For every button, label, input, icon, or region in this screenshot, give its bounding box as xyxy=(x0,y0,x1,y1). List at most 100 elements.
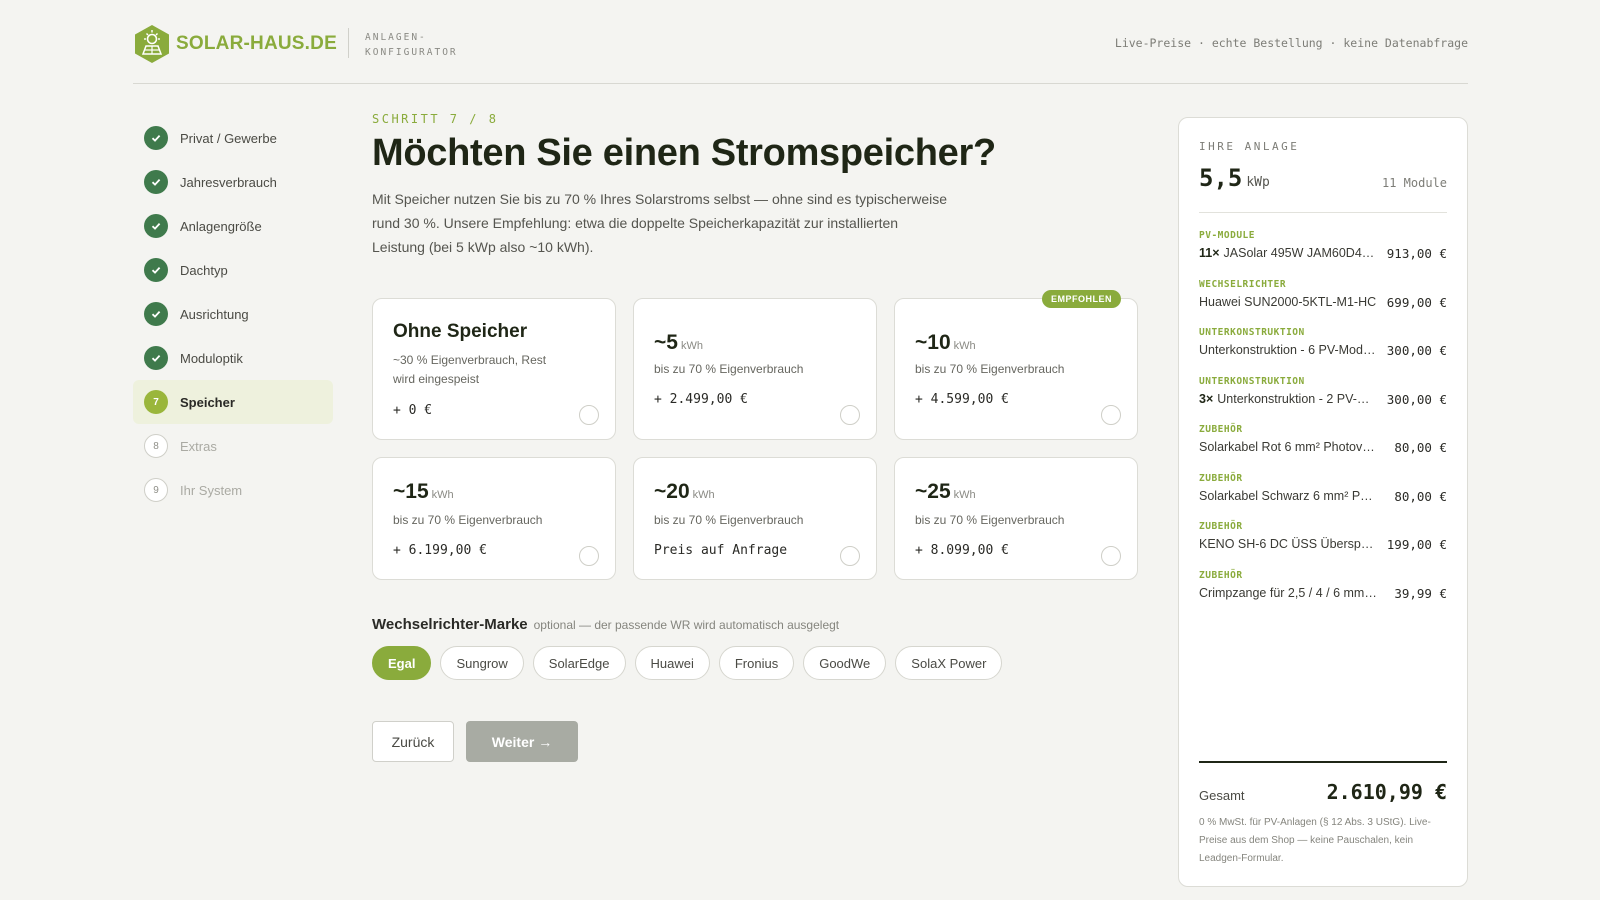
option-unit: kWh xyxy=(431,489,454,501)
step-label: Ihr System xyxy=(180,482,243,498)
summary-item: PV-MODULE 11×JASolar 495W JAM60D42 LB Gl… xyxy=(1199,230,1447,279)
check-icon xyxy=(144,170,168,194)
option-desc: bis zu 70 % Eigenverbrauch xyxy=(654,362,804,376)
total-label: Gesamt xyxy=(1199,788,1245,803)
total-price: 2.610,99 € xyxy=(1326,780,1447,804)
option-size-value: ~20 xyxy=(654,480,690,503)
step-label: Moduloptik xyxy=(180,350,243,366)
summary-item: ZUBEHÖR Crimpzange für 2,5 / 4 / 6 mm² M… xyxy=(1199,570,1447,619)
summary-kwp-value: 5,5 xyxy=(1199,164,1243,192)
summary-kwp-unit: kWp xyxy=(1246,175,1270,190)
option-radio[interactable] xyxy=(579,405,599,425)
option-radio[interactable] xyxy=(1101,405,1121,425)
recommended-badge: EMPFOHLEN xyxy=(1041,290,1121,308)
item-name: Huawei SUN2000-5KTL-M1-HC xyxy=(1199,295,1377,310)
brand-chip-sungrow[interactable]: Sungrow xyxy=(440,646,524,680)
option-card-15kwh[interactable]: ~15 kWh bis zu 70 % Eigenverbrauch + 6.19… xyxy=(372,457,616,580)
step-sidebar: Privat / Gewerbe Jahresverbrauch Anlagen… xyxy=(133,116,333,512)
item-category: ZUBEHÖR xyxy=(1199,569,1243,581)
item-name-text: Crimpzange für 2,5 / 4 / 6 mm² MC4 xyxy=(1199,585,1377,600)
option-size-value: ~25 xyxy=(915,480,951,503)
item-name: Unterkonstruktion - 6 PV-Module xyxy=(1199,343,1377,358)
step-item-9[interactable]: 9 Ihr System xyxy=(133,468,333,512)
summary-item: UNTERKONSTRUKTION Unterkonstruktion - 6 … xyxy=(1199,327,1447,376)
step-item-3[interactable]: Anlagengröße xyxy=(133,204,333,248)
option-price: + 4.599,00 € xyxy=(915,392,1009,407)
summary-item-list: PV-MODULE 11×JASolar 495W JAM60D42 LB Gl… xyxy=(1199,230,1447,618)
item-price: 80,00 € xyxy=(1394,488,1447,504)
check-icon xyxy=(144,126,168,150)
option-desc: bis zu 70 % Eigenverbrauch xyxy=(393,513,543,527)
option-size: ~20 kWh xyxy=(654,480,715,504)
option-size: ~10 kWh xyxy=(915,331,976,355)
option-card-10kwh[interactable]: EMPFOHLEN ~10 kWh bis zu 70 % Eigenverbra… xyxy=(894,290,1138,440)
option-card-none[interactable]: Ohne Speicher ~30 % Eigenverbrauch, Rest… xyxy=(372,298,616,440)
item-category: UNTERKONSTRUKTION xyxy=(1199,375,1305,387)
option-radio[interactable] xyxy=(840,546,860,566)
option-size-value: ~15 xyxy=(393,480,429,503)
summary-module-count: 11 Module xyxy=(1381,176,1447,190)
option-size: ~15 kWh xyxy=(393,480,454,504)
option-desc: bis zu 70 % Eigenverbrauch xyxy=(654,513,804,527)
item-name-text: Solarkabel Schwarz 6 mm² Photovoltaik xyxy=(1199,488,1377,503)
total-divider xyxy=(1199,761,1447,763)
step-item-8[interactable]: 8 Extras xyxy=(133,424,333,468)
item-category: ZUBEHÖR xyxy=(1199,424,1243,435)
system-summary-panel: IHRE ANLAGE 5,5 kWp 11 Module PV-MODULE 1… xyxy=(1178,117,1468,887)
brand-chip-solax[interactable]: SolaX Power xyxy=(895,646,1003,680)
option-card-5kwh[interactable]: ~5 kWh bis zu 70 % Eigenverbrauch + 2.499… xyxy=(633,298,877,440)
summary-divider xyxy=(1199,212,1447,213)
step-item-1[interactable]: Privat / Gewerbe xyxy=(133,116,333,160)
header-tagline: Live-Preise · echte Bestellung · keine D… xyxy=(1114,36,1468,50)
inverter-title: Wechselrichter-Marke xyxy=(372,616,528,633)
inverter-subtitle: optional — der passende WR wird automati… xyxy=(533,618,840,632)
brand-chip-goodwe[interactable]: GoodWe xyxy=(803,646,887,680)
brand-chip-solaredge[interactable]: SolarEdge xyxy=(532,646,626,680)
option-radio[interactable] xyxy=(579,546,599,566)
step-item-6[interactable]: Moduloptik xyxy=(133,336,333,380)
summary-kwp: 5,5 kWp xyxy=(1199,164,1270,192)
item-category: UNTERKONSTRUKTION xyxy=(1199,327,1305,338)
item-price: 199,00 € xyxy=(1386,537,1447,552)
option-radio[interactable] xyxy=(1101,546,1121,566)
summary-item: WECHSELRICHTER Huawei SUN2000-5KTL-M1-HC… xyxy=(1199,279,1447,328)
option-price: Preis auf Anfrage xyxy=(654,543,788,558)
item-category: PV-MODULE xyxy=(1199,230,1255,241)
intro-text: Mit Speicher nutzen Sie bis zu 70 % Ihre… xyxy=(372,191,948,255)
logo-subtitle: ANLAGEN- KONFIGURATOR xyxy=(365,30,458,60)
back-button[interactable]: Zurück xyxy=(372,721,454,762)
option-desc: ~30 % Eigenverbrauch, Rest wird eingespe… xyxy=(393,353,547,386)
page-title: Möchten Sie einen Stromspeicher? xyxy=(372,132,996,174)
option-radio[interactable] xyxy=(840,405,860,425)
brand-chip-huawei[interactable]: Huawei xyxy=(634,646,710,680)
item-price: 913,00 € xyxy=(1386,246,1447,261)
brand-chip-egal[interactable]: Egal xyxy=(372,646,432,680)
step-label: Anlagengröße xyxy=(180,218,262,234)
item-name-text: JASolar 495W JAM60D42 LB Glas-Glas Bifaz… xyxy=(1223,246,1377,260)
step-item-4[interactable]: Dachtyp xyxy=(133,248,333,292)
item-price: 300,00 € xyxy=(1386,343,1447,358)
inverter-brand-chips: Egal Sungrow SolarEdge Huawei Fronius Go… xyxy=(372,646,1003,680)
step-item-5[interactable]: Ausrichtung xyxy=(133,292,333,336)
logo-icon xyxy=(135,25,169,63)
check-icon xyxy=(144,302,168,326)
item-price: 39,99 € xyxy=(1394,585,1447,601)
step-item-2[interactable]: Jahresverbrauch xyxy=(133,160,333,204)
item-name-text: KENO SH-6 DC ÜSS Überspannungsschutz xyxy=(1199,537,1377,551)
option-desc: bis zu 70 % Eigenverbrauch xyxy=(915,362,1065,376)
step-label: Jahresverbrauch xyxy=(180,174,277,190)
logo-text[interactable]: SOLAR-HAUS.DE xyxy=(176,33,337,55)
step-label: Privat / Gewerbe xyxy=(180,130,277,146)
step-item-7[interactable]: 7 Speicher xyxy=(133,380,333,424)
option-card-25kwh[interactable]: ~25 kWh bis zu 70 % Eigenverbrauch + 8.09… xyxy=(894,457,1138,580)
option-card-20kwh[interactable]: ~20 kWh bis zu 70 % Eigenverbrauch Preis … xyxy=(633,457,877,580)
step-label: Ausrichtung xyxy=(180,306,249,322)
brand-chip-fronius[interactable]: Fronius xyxy=(718,646,795,680)
check-icon xyxy=(144,214,168,238)
next-button[interactable]: Weiter → xyxy=(466,721,578,762)
summary-label: IHRE ANLAGE xyxy=(1199,140,1300,153)
option-size: ~25 kWh xyxy=(915,480,976,504)
item-name-text: Unterkonstruktion - 2 PV-Module xyxy=(1217,391,1377,406)
header: SOLAR-HAUS.DE ANLAGEN- KONFIGURATOR Live… xyxy=(133,22,1468,84)
item-name: 3×Unterkonstruktion - 2 PV-Module xyxy=(1199,392,1377,407)
